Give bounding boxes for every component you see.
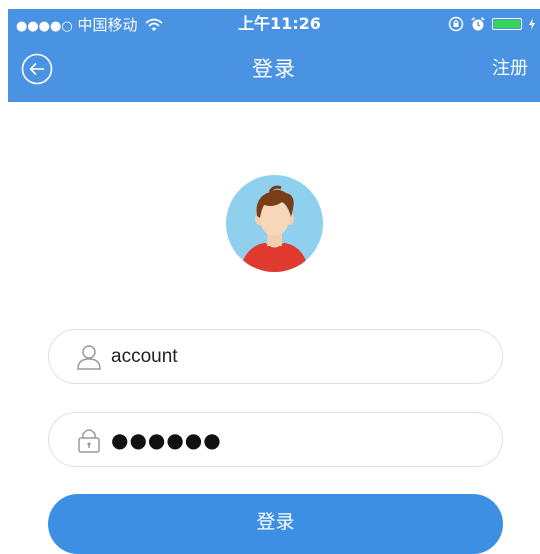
password-input[interactable]: ●●●●●● bbox=[111, 425, 222, 455]
lock-icon bbox=[78, 429, 100, 453]
status-bar: ●●●●○ 中国移动 上午11:26 bbox=[8, 9, 540, 39]
charging-bolt-icon bbox=[529, 18, 535, 30]
carrier-name: 中国移动 bbox=[77, 16, 138, 34]
battery-icon bbox=[492, 18, 522, 30]
battery-level bbox=[494, 20, 520, 28]
navigation-bar: 登录 注册 bbox=[8, 47, 540, 102]
orientation-lock-icon bbox=[448, 16, 464, 32]
top-bar: ●●●●○ 中国移动 上午11:26 登录 注册 bbox=[8, 9, 540, 102]
status-carrier-group: ●●●●○ 中国移动 bbox=[16, 16, 163, 36]
account-field[interactable] bbox=[48, 329, 503, 384]
user-avatar-icon bbox=[226, 175, 323, 272]
page-title: 登录 bbox=[252, 57, 296, 81]
user-icon bbox=[77, 345, 101, 370]
password-field[interactable]: ●●●●●● bbox=[48, 412, 503, 467]
wifi-icon bbox=[145, 18, 163, 31]
account-input[interactable] bbox=[111, 340, 481, 374]
signal-strength: ●●●●○ bbox=[16, 19, 73, 34]
register-button[interactable]: 注册 bbox=[492, 57, 528, 81]
status-indicators bbox=[448, 15, 536, 33]
status-time: 上午11:26 bbox=[238, 14, 321, 33]
alarm-icon bbox=[471, 17, 485, 31]
login-button[interactable]: 登录 bbox=[48, 494, 503, 554]
frame-border bbox=[0, 0, 8, 547]
